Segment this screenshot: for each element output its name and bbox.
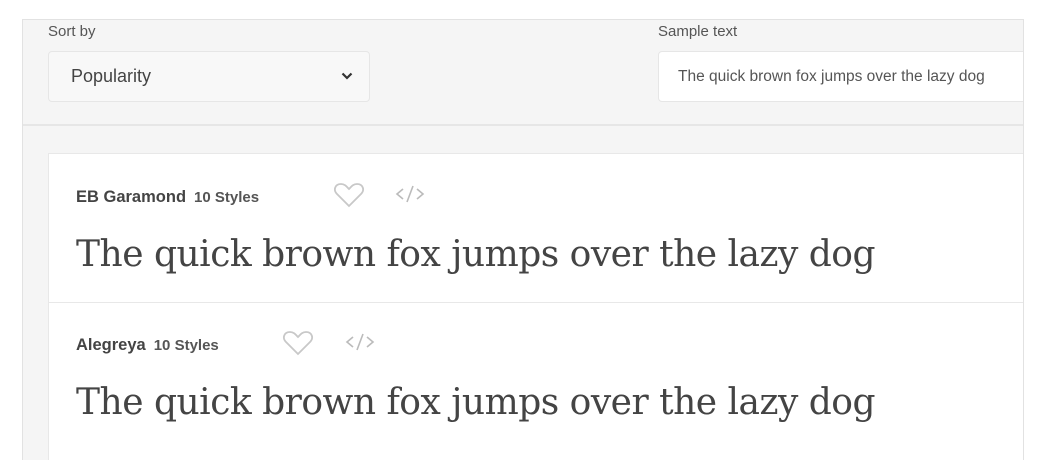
sample-text-input[interactable] xyxy=(658,51,1023,102)
font-sample-text: The quick brown fox jumps over the lazy … xyxy=(76,382,876,423)
font-browser-panel: Sort by Popularity Sample text EB Garamo… xyxy=(22,19,1024,460)
font-list: EB Garamond 10 Styles The quick brown fox… xyxy=(48,153,1023,460)
font-name: Alegreya 10 Styles xyxy=(76,336,219,355)
font-styles-count: 10 Styles xyxy=(194,189,260,206)
sort-by-value: Popularity xyxy=(71,66,152,86)
sample-text-label: Sample text xyxy=(658,23,738,40)
sort-by-label: Sort by xyxy=(48,23,96,40)
heart-icon[interactable] xyxy=(333,181,365,209)
controls-divider xyxy=(23,124,1023,126)
font-name-text: EB Garamond xyxy=(76,188,187,206)
heart-icon[interactable] xyxy=(282,329,314,357)
font-card-eb-garamond[interactable]: EB Garamond 10 Styles The quick brown fox… xyxy=(49,154,1023,303)
font-name-text: Alegreya xyxy=(76,336,146,354)
sort-by-select[interactable]: Popularity xyxy=(48,51,370,102)
font-sample-text: The quick brown fox jumps over the lazy … xyxy=(76,234,876,275)
embed-code-icon[interactable] xyxy=(345,332,375,352)
chevron-down-icon xyxy=(341,72,353,80)
font-card-alegreya[interactable]: Alegreya 10 Styles The quick brown fox ju… xyxy=(49,302,1023,460)
embed-code-icon[interactable] xyxy=(395,184,425,204)
font-styles-count: 10 Styles xyxy=(153,337,219,354)
font-name: EB Garamond 10 Styles xyxy=(76,188,259,207)
